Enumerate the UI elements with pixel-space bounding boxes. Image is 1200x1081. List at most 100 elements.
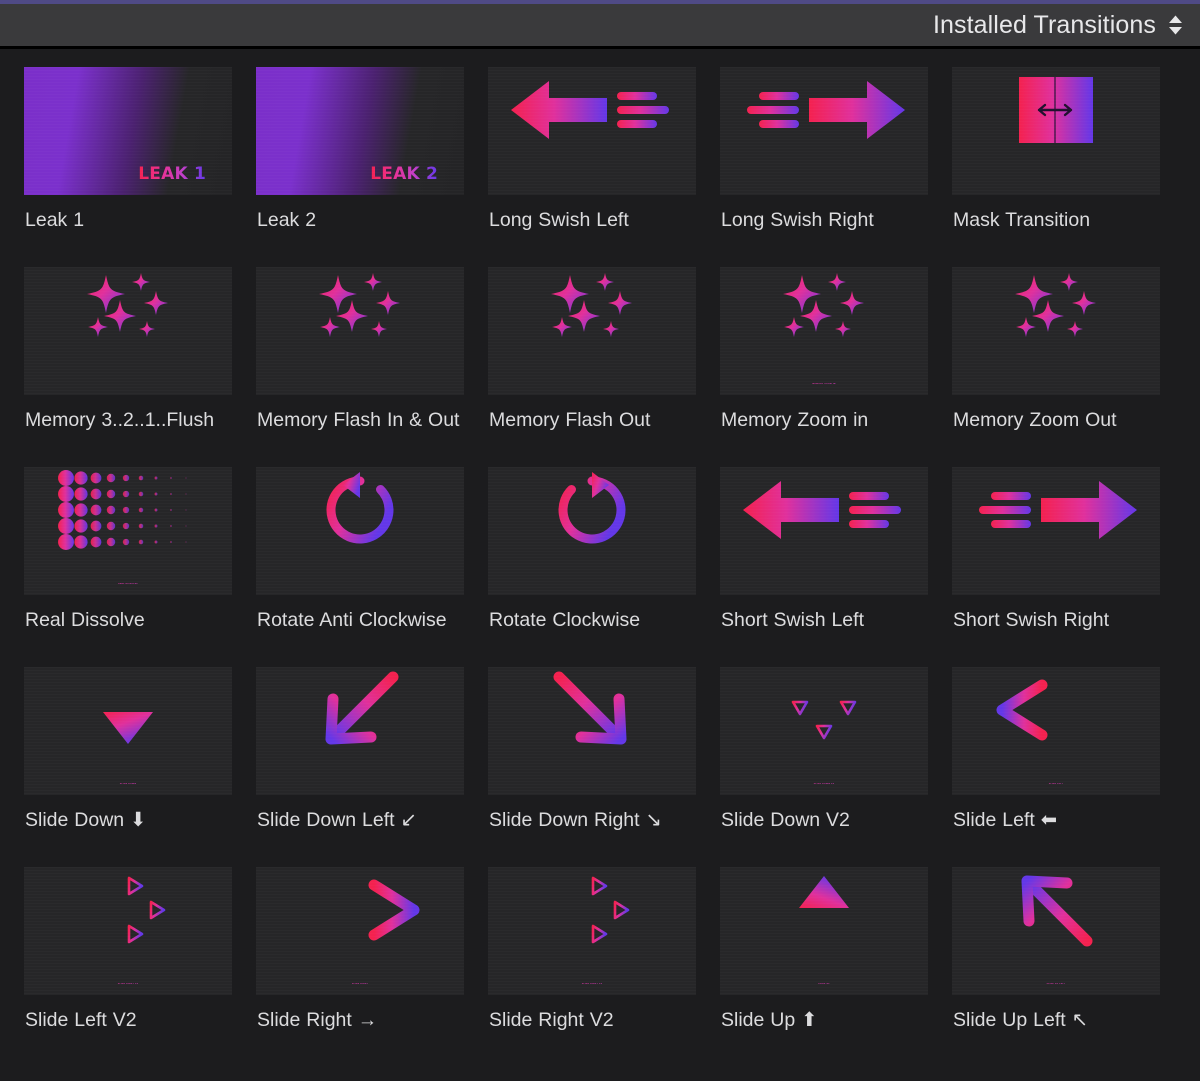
arrow-right-swish-icon — [739, 75, 909, 145]
transition-caption: Mask Transition — [952, 195, 1184, 267]
thumbnail-title: MEMORY ZOOM IN — [720, 383, 928, 385]
transition-thumbnail[interactable]: LONG SWISH RIGHT — [720, 67, 928, 195]
transition-thumbnail[interactable]: SLIDE DOWN V2 — [720, 667, 928, 795]
transition-artwork — [488, 671, 696, 749]
transition-thumbnail[interactable]: SLIDE RIGHT — [256, 867, 464, 995]
transition-thumbnail[interactable]: SLIDE RIGHT V2 — [488, 867, 696, 995]
transition-thumbnail[interactable]: SHORT SWISH LEFT — [720, 467, 928, 595]
transition-caption: Memory Flash Out — [488, 395, 720, 467]
transition-caption: Slide Down ⬇ — [24, 795, 256, 867]
installed-transitions-panel: Installed Transitions LEAK 1 Leak 1 LEAK… — [0, 0, 1200, 1081]
thumbnail-title: SLIDE UP — [720, 983, 928, 985]
transition-artwork — [256, 871, 464, 949]
transition-artwork — [720, 71, 928, 149]
transition-artwork — [952, 71, 1160, 149]
transition-artwork — [720, 671, 928, 749]
transition-caption: Rotate Clockwise — [488, 595, 720, 667]
arrows-right-v2-icon — [540, 872, 644, 948]
transition-thumbnail[interactable]: MASK TRANSITION — [952, 67, 1160, 195]
transition-item[interactable]: MEMORY 3..2..1..FLASH Memory 3..2..1..Fl… — [24, 267, 256, 467]
transition-item[interactable]: SLIDE RIGHT V2 Slide Right V2 — [488, 867, 720, 1067]
transition-artwork — [488, 471, 696, 549]
transition-item[interactable]: SLIDE RIGHT V2 Slide Left V2 — [24, 867, 256, 1067]
arrow-left-swish-icon — [507, 75, 677, 145]
arrow-down-right-icon — [553, 673, 631, 747]
transition-thumbnail[interactable]: ROTATE ANTI CLOCKWISE — [256, 467, 464, 595]
sparkles-icon — [300, 270, 420, 350]
thumbnail-title: SLIDE UP LEFT — [952, 983, 1160, 985]
panel-title: Installed Transitions — [933, 11, 1156, 40]
transition-item[interactable]: MASK TRANSITION Mask Transition — [952, 67, 1184, 267]
transition-thumbnail[interactable]: SLIDE DOWN RIGHT — [488, 667, 696, 795]
transition-caption: Rotate Anti Clockwise — [256, 595, 488, 667]
thumbnail-title: REAL DISSOLVE — [24, 583, 232, 585]
transition-artwork — [24, 71, 232, 149]
arrows-down-v2-icon — [780, 671, 868, 749]
transition-thumbnail[interactable]: MEMORY 3..2..1..FLASH — [24, 267, 232, 395]
transition-item[interactable]: SLIDE RIGHT Slide Right → — [256, 867, 488, 1067]
transition-thumbnail[interactable]: SLIDE UP — [720, 867, 928, 995]
transition-thumbnail[interactable]: LONG SWISH LEFT — [488, 67, 696, 195]
transition-artwork — [488, 71, 696, 149]
transition-item[interactable]: SLIDE LEFT Slide Left ⬅ — [952, 667, 1184, 867]
transition-thumbnail[interactable]: SLIDE DOWN — [24, 667, 232, 795]
transition-caption: Slide Right V2 — [488, 995, 720, 1067]
thumbnail-title: SLIDE RIGHT V2 — [488, 983, 696, 985]
transition-caption: Memory Zoom in — [720, 395, 952, 467]
transition-item[interactable]: MEMORY FLASH OUT Memory Flash Out — [488, 267, 720, 467]
transition-item[interactable]: SLIDE UP Slide Up ⬆ — [720, 867, 952, 1067]
transition-thumbnail[interactable]: SHORT SWISH RIGHT — [952, 467, 1160, 595]
transition-thumbnail[interactable]: SLIDE RIGHT V2 — [24, 867, 232, 995]
transition-item[interactable]: SLIDE DOWN RIGHT Slide Down Right ↘ — [488, 667, 720, 867]
transition-thumbnail[interactable]: SLIDE UP LEFT — [952, 867, 1160, 995]
transitions-category-selector[interactable]: Installed Transitions — [933, 11, 1184, 40]
transition-artwork — [256, 271, 464, 349]
transition-thumbnail[interactable]: MEMORY ZOOM IN — [720, 267, 928, 395]
transition-thumbnail[interactable]: SLIDE DOWN LEFT — [256, 667, 464, 795]
transition-item[interactable]: SLIDE DOWN LEFT Slide Down Left ↙ — [256, 667, 488, 867]
transition-caption: Memory 3..2..1..Flush — [24, 395, 256, 467]
thumbnail-title: SLIDE DOWN V2 — [720, 783, 928, 785]
arrow-up-icon — [792, 872, 856, 948]
rotate-counterclockwise-icon — [321, 471, 399, 549]
transition-caption: Slide Down Left ↙ — [256, 795, 488, 867]
transition-thumbnail[interactable]: LEAK 1 — [24, 67, 232, 195]
transition-item[interactable]: MEMORY ZOOM IN Memory Zoom in — [720, 267, 952, 467]
transition-caption: Slide Up ⬆ — [720, 995, 952, 1067]
transition-artwork — [256, 671, 464, 749]
transition-item[interactable]: MEMORY ZOOM OUT Memory Zoom Out — [952, 267, 1184, 467]
transition-item[interactable]: LEAK 1 Leak 1 — [24, 67, 256, 267]
transition-item[interactable]: SHORT SWISH LEFT Short Swish Left — [720, 467, 952, 667]
transition-thumbnail[interactable]: MEMORY ZOOM OUT — [952, 267, 1160, 395]
transition-thumbnail[interactable]: REAL DISSOLVE — [24, 467, 232, 595]
transition-thumbnail[interactable]: MEMORY FLASH OUT — [488, 267, 696, 395]
panel-header: Installed Transitions — [0, 4, 1200, 49]
transition-item[interactable]: LEAK 2 Leak 2 — [256, 67, 488, 267]
transition-item[interactable]: LONG SWISH LEFT Long Swish Left — [488, 67, 720, 267]
transition-item[interactable]: ROTATE CLOCKWISE Rotate Clockwise — [488, 467, 720, 667]
transition-item[interactable]: SLIDE UP LEFT Slide Up Left ↖ — [952, 867, 1184, 1067]
transition-thumbnail[interactable]: ROTATE CLOCKWISE — [488, 467, 696, 595]
transition-item[interactable]: SLIDE DOWN Slide Down ⬇ — [24, 667, 256, 867]
transition-item[interactable]: ROTATE ANTI CLOCKWISE Rotate Anti Clockw… — [256, 467, 488, 667]
arrows-right-v2-icon — [76, 872, 180, 948]
transition-thumbnail[interactable]: SLIDE LEFT — [952, 667, 1160, 795]
transition-caption: Short Swish Left — [720, 595, 952, 667]
chevron-up-down-icon[interactable] — [1167, 14, 1184, 36]
transition-item[interactable]: SHORT SWISH RIGHT Short Swish Right — [952, 467, 1184, 667]
transition-item[interactable]: MEMORY FLASH IN & OUT Memory Flash In & … — [256, 267, 488, 467]
transition-artwork — [952, 871, 1160, 949]
transition-caption: Leak 2 — [256, 195, 488, 267]
transition-thumbnail[interactable]: LEAK 2 — [256, 67, 464, 195]
transition-item[interactable]: REAL DISSOLVE Real Dissolve — [24, 467, 256, 667]
transition-caption: Slide Down V2 — [720, 795, 952, 867]
transition-thumbnail[interactable]: MEMORY FLASH IN & OUT — [256, 267, 464, 395]
transitions-scroll-area[interactable]: LEAK 1 Leak 1 LEAK 2 Leak 2 LONG SWISH L… — [0, 49, 1200, 1081]
transition-item[interactable]: SLIDE DOWN V2 Slide Down V2 — [720, 667, 952, 867]
transition-caption: Slide Down Right ↘ — [488, 795, 720, 867]
transition-artwork — [24, 671, 232, 749]
transition-caption: Slide Right → — [256, 995, 488, 1067]
transition-item[interactable]: LONG SWISH RIGHT Long Swish Right — [720, 67, 952, 267]
transition-artwork — [720, 271, 928, 349]
transition-artwork — [720, 471, 928, 549]
